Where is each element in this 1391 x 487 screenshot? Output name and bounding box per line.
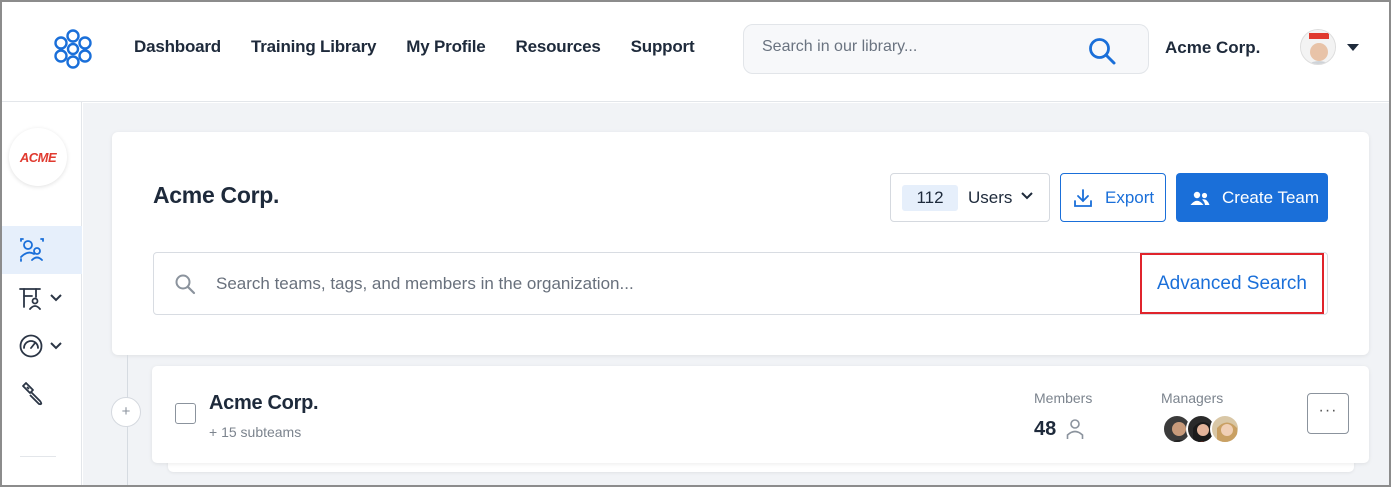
nav-support[interactable]: Support xyxy=(631,37,695,57)
organization-header-card: Acme Corp. 112 Users Export Create Team xyxy=(112,132,1369,355)
team-row[interactable]: Acme Corp. + 15 subteams Members 48 Mana… xyxy=(152,366,1369,463)
org-logo[interactable]: ACME xyxy=(9,128,67,186)
users-count-dropdown[interactable]: 112 Users xyxy=(890,173,1050,222)
nav-training-library[interactable]: Training Library xyxy=(251,37,376,57)
advanced-search-link[interactable]: Advanced Search xyxy=(1140,253,1324,314)
search-icon xyxy=(175,274,196,295)
export-button[interactable]: Export xyxy=(1060,173,1166,222)
managers-label: Managers xyxy=(1161,390,1224,406)
sidebar-item-training[interactable] xyxy=(0,274,82,322)
members-count: 48 xyxy=(1034,418,1057,440)
nav-dashboard[interactable]: Dashboard xyxy=(134,37,221,57)
avatar-image xyxy=(1301,30,1335,64)
chevron-down-icon xyxy=(50,342,62,350)
sidebar-item-performance[interactable] xyxy=(0,322,82,370)
export-label: Export xyxy=(1105,187,1155,207)
gauge-icon xyxy=(19,334,43,358)
page-title: Acme Corp. xyxy=(153,182,280,208)
org-logo-text: ACME xyxy=(19,149,57,165)
account-dropdown-icon[interactable] xyxy=(1347,44,1359,51)
person-icon xyxy=(1066,419,1084,439)
user-avatar[interactable] xyxy=(1300,29,1336,65)
team-select-checkbox[interactable] xyxy=(175,403,196,424)
manager-avatar-image xyxy=(1217,422,1237,442)
team-name[interactable]: Acme Corp. xyxy=(209,392,319,415)
sidebar-divider xyxy=(20,456,56,457)
more-options-button[interactable]: ··· xyxy=(1307,393,1349,434)
library-search-input[interactable] xyxy=(762,38,1072,56)
users-count-badge: 112 xyxy=(902,185,958,211)
company-name: Acme Corp. xyxy=(1165,38,1261,57)
brand-logo-icon[interactable] xyxy=(52,28,94,70)
chevron-down-icon xyxy=(50,294,62,302)
brush-icon xyxy=(22,382,43,406)
expand-team-button[interactable]: + xyxy=(111,397,141,427)
search-icon[interactable] xyxy=(1087,36,1117,66)
manager-avatar[interactable] xyxy=(1210,414,1240,444)
organization-search-box: Advanced Search xyxy=(153,252,1328,315)
sidebar-item-branding[interactable] xyxy=(0,370,82,418)
main-nav: Dashboard Training Library My Profile Re… xyxy=(134,37,695,57)
organization-search-input[interactable] xyxy=(216,274,1116,294)
nav-my-profile[interactable]: My Profile xyxy=(406,37,485,57)
download-icon xyxy=(1074,188,1092,207)
users-label: Users xyxy=(968,188,1013,207)
teacher-icon xyxy=(19,288,41,310)
library-search-box xyxy=(743,24,1149,74)
sidebar-item-people[interactable] xyxy=(0,226,82,274)
create-team-button[interactable]: Create Team xyxy=(1176,173,1328,222)
nav-resources[interactable]: Resources xyxy=(516,37,601,57)
top-navbar: Dashboard Training Library My Profile Re… xyxy=(0,0,1391,102)
chevron-down-icon xyxy=(1021,192,1033,200)
sidebar: ACME xyxy=(0,102,82,487)
team-icon xyxy=(1190,191,1210,205)
subteams-count: + 15 subteams xyxy=(209,424,302,440)
create-team-label: Create Team xyxy=(1222,187,1320,207)
users-icon xyxy=(20,238,44,262)
members-label: Members xyxy=(1034,390,1093,406)
